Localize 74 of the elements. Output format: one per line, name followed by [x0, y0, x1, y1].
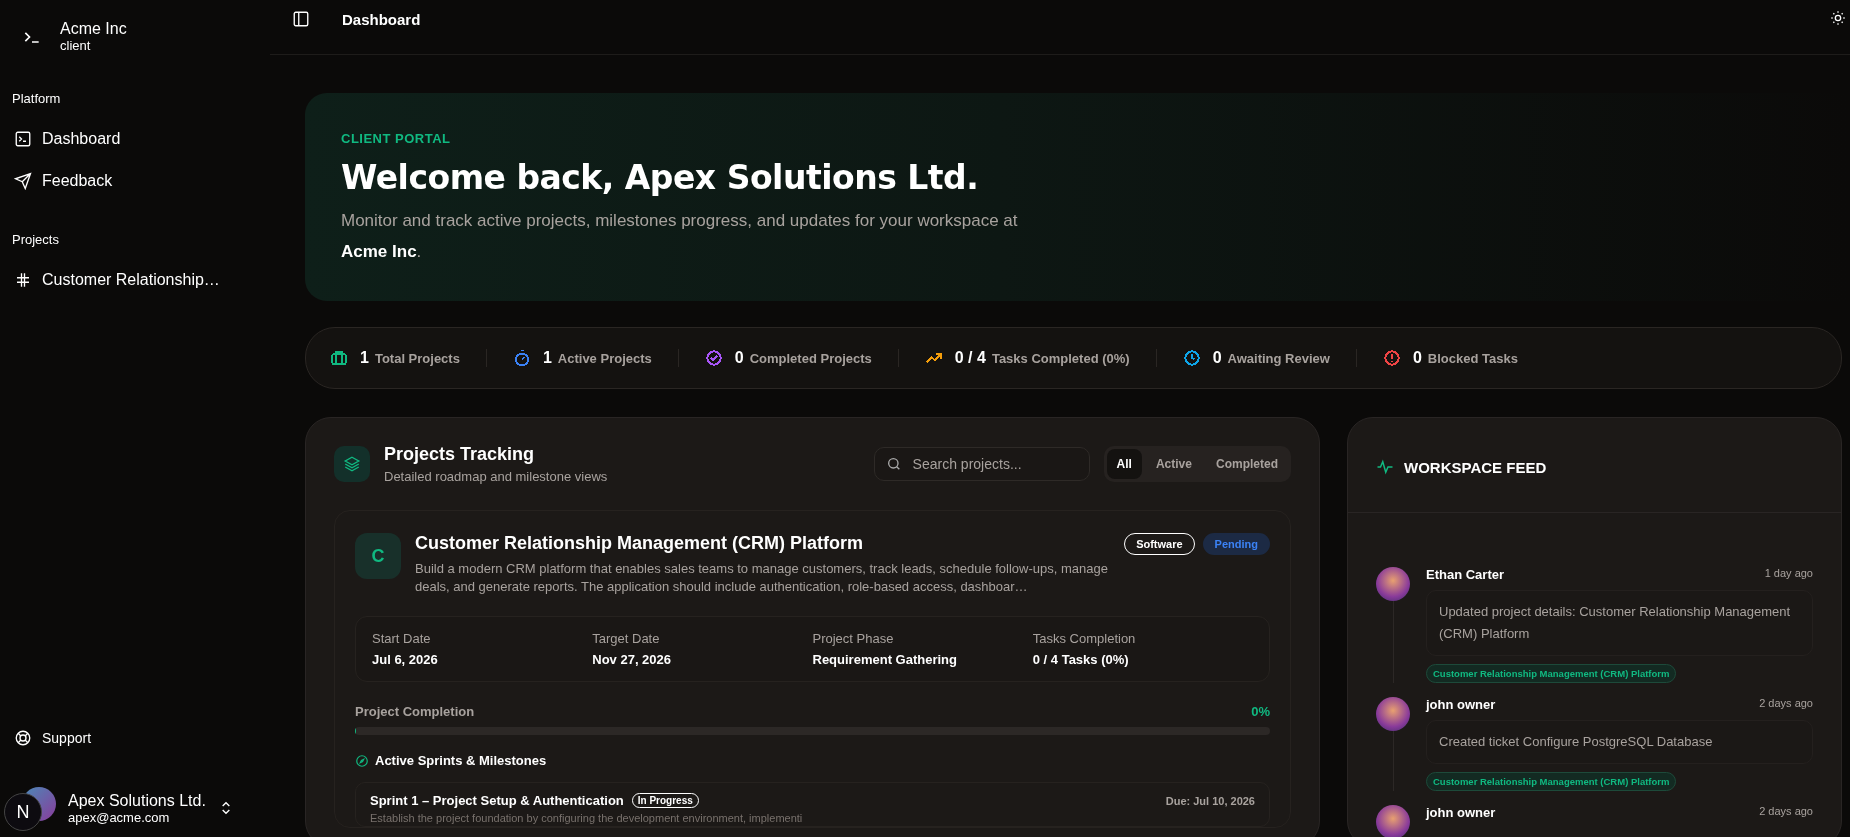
feed-time: 2 days ago — [1759, 805, 1813, 819]
fact-label: Target Date — [592, 631, 661, 646]
fact-label: Start Date — [372, 631, 432, 646]
user-name: Apex Solutions Ltd. — [68, 791, 206, 810]
dev-tools-badge[interactable]: N — [4, 793, 42, 831]
progress-reading: 0% — [1251, 704, 1270, 719]
sprint-description: Establish the project foundation by configuring the development environment, implementi — [370, 812, 804, 824]
feed-user: john owner — [1426, 805, 1496, 820]
progress-label: Project Completion — [355, 704, 475, 719]
feed-user: john owner — [1426, 697, 1496, 712]
user-email: apex@acme.com — [68, 809, 171, 825]
sidebar-item[interactable]: Feedback — [12, 160, 258, 202]
fact-value: Nov 27, 2026 — [592, 652, 673, 667]
user-avatar — [1376, 805, 1410, 837]
stat-label: Total Projects — [374, 350, 460, 366]
project-tag: Customer Relationship Management (CRM) Platform — [1426, 664, 1677, 683]
feed-time: 1 day ago — [1764, 567, 1813, 581]
org-role: client — [60, 38, 92, 53]
section-title: Active Sprints & Milestones — [375, 753, 547, 768]
filter-tab[interactable]: Completed — [1206, 449, 1288, 479]
stat-value: 0 — [1412, 349, 1422, 367]
stat-label: Active Projects — [557, 350, 652, 366]
feed-user: Ethan Carter — [1426, 567, 1505, 582]
sidebar-group-label: Platform — [12, 91, 62, 108]
status-tag: Pending — [1202, 533, 1270, 555]
pulse-icon — [1376, 458, 1394, 476]
terminal-icon — [14, 130, 32, 148]
sprint-name: Sprint 1 – Project Setup & Authentication — [370, 793, 624, 808]
lifebuoy-icon — [14, 729, 32, 747]
fact-value: 0 / 4 Tasks (0%) — [1032, 652, 1130, 667]
fact-label: Project Phase — [812, 631, 895, 646]
user-avatar — [1376, 567, 1410, 601]
stat-label: Tasks Completed (0%) — [991, 350, 1130, 366]
welcome-text: Monitor and track active projects, milestones progress, and updates for your workspace at Acme Inc. — [341, 210, 1019, 263]
stat-value: 0 — [1212, 349, 1222, 367]
filter-tab[interactable]: Active — [1145, 449, 1202, 479]
sidebar-item[interactable]: Customer Relationship… — [12, 259, 258, 301]
feed-title: WORKSPACE FEED — [1404, 458, 1547, 476]
send-icon — [14, 172, 32, 190]
user-avatar — [1376, 697, 1410, 731]
stat-value: 0 — [734, 349, 744, 367]
card-title: Projects Tracking — [384, 444, 536, 465]
project-description: Build a modern CRM platform that enables sales teams to manage customers, track leads, schedule follow-ups, manage deals, and generate reports. The application should include authentication, role-based access, dashboar… — [415, 560, 1109, 596]
sidebar-group-label: Projects — [12, 232, 60, 249]
filter-tab[interactable]: All — [1106, 449, 1142, 479]
org-name[interactable]: Acme Inc — [60, 20, 127, 38]
hash-icon — [14, 271, 32, 289]
feed-time: 2 days ago — [1759, 697, 1813, 711]
page-title: Dashboard — [342, 11, 421, 28]
fact-value: Jul 6, 2026 — [372, 652, 439, 667]
support-link[interactable]: Support — [12, 717, 258, 759]
eyebrow-label: CLIENT PORTAL — [341, 131, 452, 146]
card-subtitle: Detailed roadmap and milestone views — [384, 469, 608, 484]
stat-label: Awaiting Review — [1227, 350, 1330, 366]
sidebar-item[interactable]: Dashboard — [12, 118, 258, 160]
stat-value: 1 — [360, 349, 369, 367]
feed-message: Created ticket Configure PostgreSQL Database — [1426, 720, 1813, 764]
feed-message: Updated project details: Customer Relationship Management (CRM) Platform — [1426, 590, 1813, 656]
sidebar-toggle-icon[interactable] — [292, 10, 310, 28]
project-tag: Customer Relationship Management (CRM) Platform — [1426, 772, 1677, 791]
stat-label: Completed Projects — [749, 350, 872, 366]
search-field[interactable]: Search projects... — [873, 447, 1090, 481]
due-date: Due: Jul 10, 2026 — [1165, 794, 1255, 807]
sun-icon[interactable] — [1830, 10, 1846, 26]
project-initial: C — [355, 533, 401, 579]
project-name[interactable]: Customer Relationship Management (CRM) Platform — [415, 533, 1111, 554]
stat-value: 0 / 4 — [954, 349, 986, 367]
compass-icon — [355, 753, 369, 768]
fact-value: Requirement Gathering — [812, 652, 958, 667]
welcome-heading: Welcome back, Apex Solutions Ltd. — [341, 158, 980, 197]
layers-icon — [334, 446, 370, 482]
stat-label: Blocked Tasks — [1427, 350, 1518, 366]
stat-value: 1 — [542, 349, 552, 367]
fact-label: Tasks Completion — [1032, 631, 1137, 646]
